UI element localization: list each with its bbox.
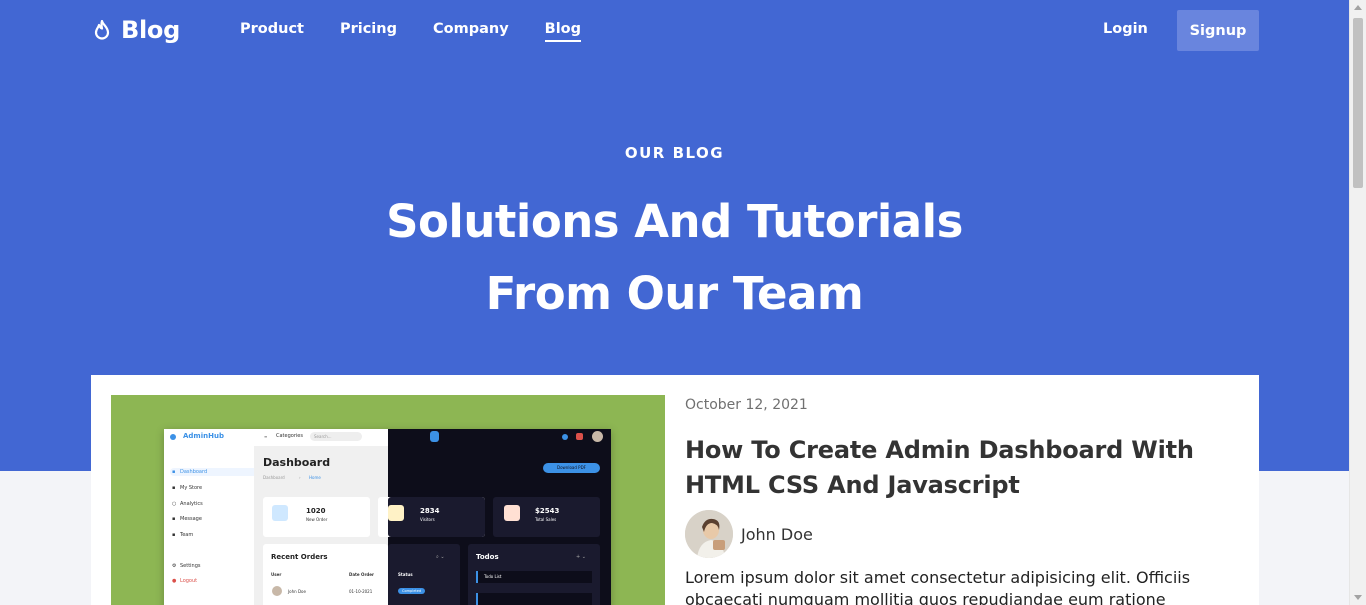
thumb-stat-value: 2834 [420,507,440,515]
thumb-sidebar-dashboard: Dashboard [180,469,208,475]
toggle-icon [562,434,568,440]
thumb-col-status: Status [398,572,413,577]
signup-button[interactable]: Signup [1177,10,1259,51]
thumb-categories: Categories [276,433,303,439]
thumb-sidebar-logout: Logout [180,578,198,584]
scroll-up-icon[interactable] [1354,5,1362,10]
thumb-page-title: Dashboard [263,456,331,469]
thumb-order-status: Completed [398,588,426,594]
logo-text: Blog [121,16,180,44]
thumb-sidebar-message: Message [180,516,202,522]
nav-links: Product Pricing Company Blog [240,21,582,42]
author-avatar [685,510,733,558]
thumb-orders-title: Recent Orders [271,553,328,561]
thumb-download-button: Download PDF [543,463,600,473]
dollar-icon [504,505,520,521]
scrollbar-thumb[interactable] [1353,18,1363,188]
thumb-stat-value: 1020 [306,507,326,515]
user-avatar-icon [272,586,282,596]
store-icon: ▪ [172,485,176,491]
team-icon: ▪ [172,532,176,538]
hero-headline-line1: Solutions And Tutorials [386,195,963,248]
chevron-right-icon: › [299,475,301,480]
person-icon [685,510,733,558]
nav-link-pricing[interactable]: Pricing [340,21,397,42]
author-name[interactable]: John Doe [741,525,813,544]
post-date: October 12, 2021 [685,397,808,413]
post-author: John Doe [685,510,813,558]
filter-icon: ⌕ ⌄ [436,554,445,560]
post-title[interactable]: How To Create Admin Dashboard With HTML … [685,433,1245,503]
scroll-down-icon[interactable] [1354,595,1362,600]
thumb-col-date: Date Order [349,572,374,577]
page-scrollbar[interactable] [1349,0,1366,605]
thumb-breadcrumb-2: Home [309,475,321,480]
bell-icon [576,433,583,440]
thumb-search: Search... [310,432,362,441]
post-thumbnail[interactable]: AdminHub ≡ Categories Search... ▪ Dashbo… [111,395,665,605]
thumb-breadcrumb-1: Dashboard [263,475,285,480]
login-link[interactable]: Login [1103,21,1148,37]
thumb-col-user: User [271,572,282,577]
thumb-order-date: 01-10-2021 [349,589,373,594]
thumb-sidebar-store: My Store [180,485,203,491]
thumb-todo-item: Todo List [484,574,502,579]
thumb-stat-label: Visitors [420,517,435,522]
top-navbar: Blog Product Pricing Company Blog Login … [0,0,1349,62]
nav-link-company[interactable]: Company [433,21,509,42]
brand-icon [170,434,176,440]
hero-headline: Solutions And Tutorials From Our Team [0,186,1349,330]
thumb-stat-label: Total Sales [535,517,557,522]
calendar-icon [272,505,288,521]
thumb-sidebar-team: Team [180,532,194,538]
logout-icon: ● [172,578,177,584]
analytics-icon: ○ [172,501,177,507]
thumb-todos-title: Todos [476,553,499,561]
settings-icon: ⚙ [172,563,177,569]
hero-eyebrow: OUR BLOG [624,144,725,162]
nav-link-blog[interactable]: Blog [544,21,582,42]
featured-post-card[interactable]: AdminHub ≡ Categories Search... ▪ Dashbo… [91,375,1259,605]
dashboard-icon: ▪ [172,469,176,475]
message-icon: ▪ [172,516,176,522]
nav-link-product[interactable]: Product [240,21,304,42]
flame-icon [94,20,110,40]
hero-headline-line2: From Our Team [485,267,864,320]
post-excerpt: Lorem ipsum dolor sit amet consectetur a… [685,568,1191,605]
thumb-stat-label: New Order [306,517,328,522]
thumb-stat-value: $2543 [535,507,560,515]
search-icon [430,431,439,442]
thumbnail-dashboard-preview: AdminHub ≡ Categories Search... ▪ Dashbo… [164,429,611,605]
plus-icon: + ⌄ [576,554,586,560]
people-icon [388,505,404,521]
logo[interactable]: Blog [93,16,180,44]
thumb-sidebar-settings: Settings [180,563,201,569]
menu-icon: ≡ [264,434,268,439]
thumb-sidebar-analytics: Analytics [180,501,203,507]
thumb-order-user: John Doe [288,589,306,594]
thumb-brand: AdminHub [183,432,224,440]
avatar-icon [592,431,603,442]
